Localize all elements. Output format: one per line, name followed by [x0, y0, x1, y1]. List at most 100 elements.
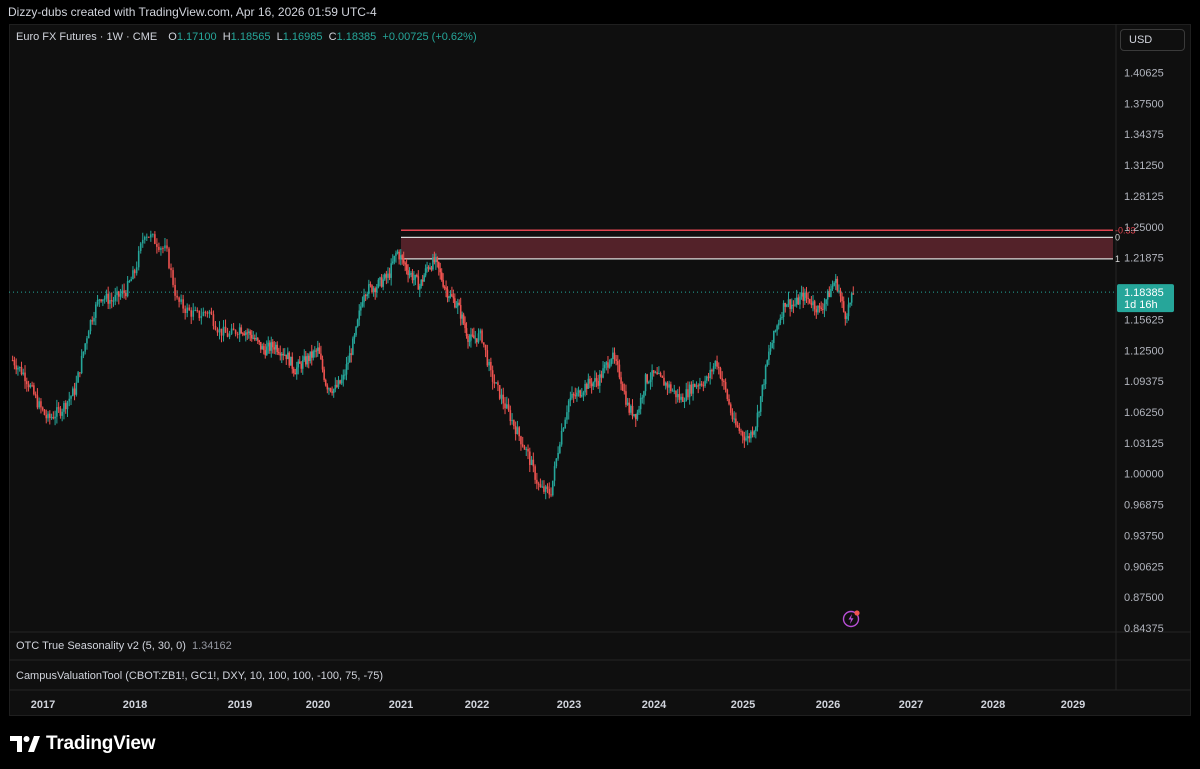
candle-body	[584, 383, 586, 393]
candle-body	[413, 278, 415, 281]
candle-body	[615, 359, 617, 361]
candle-body	[781, 316, 783, 319]
indicator-valuation[interactable]: CampusValuationTool (CBOT:ZB1!, GC1!, DX…	[16, 670, 383, 682]
candle-body	[500, 394, 503, 399]
candle-body	[680, 396, 682, 400]
candle-body	[135, 267, 138, 274]
candle-body	[321, 359, 324, 370]
candle-body	[75, 382, 78, 395]
candle-body	[807, 297, 809, 299]
candle-body	[795, 297, 798, 305]
zone-level-label: 0	[1115, 232, 1120, 242]
candle-body	[465, 328, 468, 336]
candle-body	[20, 367, 23, 375]
candle-body	[130, 279, 132, 282]
candle-body	[825, 299, 827, 304]
y-axis-tick: 1.25000	[1124, 222, 1164, 234]
candle-body	[337, 380, 340, 388]
candle-body	[852, 293, 855, 295]
candle-body	[676, 394, 679, 398]
candle-body	[249, 331, 252, 335]
currency-selector[interactable]: USD	[1120, 29, 1185, 51]
candle-body	[612, 352, 614, 360]
resistance-zone[interactable]	[401, 237, 1113, 259]
candle-body	[646, 374, 648, 383]
candle-body	[103, 298, 106, 300]
candle-body	[658, 372, 660, 375]
candle-body	[56, 407, 58, 417]
candle-body	[137, 250, 140, 268]
candle-body	[198, 310, 201, 319]
candle-body	[705, 376, 708, 381]
candle-body	[393, 255, 396, 262]
candle-body	[794, 304, 796, 306]
candle-body	[700, 383, 703, 386]
candle-body	[170, 268, 172, 271]
candle-body	[271, 342, 274, 348]
candle-body	[756, 412, 759, 428]
candle-body	[759, 396, 762, 412]
candle-body	[45, 414, 48, 419]
candle-body	[569, 397, 572, 401]
candle-body	[250, 334, 253, 339]
candle-body	[507, 404, 510, 411]
candle-body	[247, 331, 250, 333]
candle-body	[11, 360, 14, 362]
candle-body	[376, 287, 378, 293]
candle-body	[417, 276, 420, 290]
candle-body	[398, 251, 400, 260]
candle-body	[238, 327, 241, 335]
candle-body	[396, 251, 399, 254]
candle-body	[486, 350, 489, 366]
x-axis-tick: 2018	[123, 699, 147, 711]
candle-body	[256, 337, 259, 341]
candle-body	[93, 317, 95, 322]
candle-body	[600, 374, 603, 378]
candle-body	[777, 323, 780, 326]
open-label: O	[168, 31, 177, 43]
candle-body	[616, 360, 619, 365]
candle-body	[22, 372, 25, 375]
candle-body	[830, 288, 832, 297]
y-axis-tick: 1.06250	[1124, 407, 1164, 419]
candle-body	[530, 459, 533, 465]
candle-body	[336, 384, 338, 388]
candle-body	[38, 401, 40, 408]
candle-body	[815, 309, 818, 313]
ohlc-legend: Euro FX Futures · 1W · CME O1.17100 H1.1…	[16, 31, 477, 43]
candle-body	[427, 267, 430, 269]
candle-body	[726, 389, 729, 399]
y-axis-tick: 0.84375	[1124, 623, 1164, 635]
candle-body	[470, 334, 472, 341]
candle-body	[695, 385, 698, 387]
candle-body	[468, 340, 471, 342]
lightning-icon[interactable]	[842, 610, 860, 628]
indicator-seasonality[interactable]: OTC True Seasonality v2 (5, 30, 0) 1.3416…	[16, 640, 232, 652]
y-axis-tick: 1.28125	[1124, 191, 1164, 203]
x-axis-tick: 2020	[306, 699, 330, 711]
price-chart[interactable]: -0.33011.406251.375001.343751.312501.281…	[0, 0, 1200, 769]
candle-body	[784, 302, 787, 307]
y-axis-tick: 1.15625	[1124, 314, 1164, 326]
candle-body	[511, 420, 513, 422]
candle-body	[156, 243, 158, 247]
candle-body	[654, 372, 657, 374]
candle-body	[790, 304, 793, 309]
candle-body	[664, 382, 667, 386]
candle-body	[360, 306, 362, 311]
candle-body	[391, 261, 394, 264]
candle-body	[712, 366, 715, 372]
zone-level-label: 1	[1115, 254, 1120, 264]
high-label: H	[222, 31, 231, 43]
candle-body	[763, 384, 765, 386]
candle-body	[253, 337, 256, 340]
tradingview-logo[interactable]: TradingView	[10, 733, 156, 755]
candle-body	[86, 338, 88, 344]
symbol-label[interactable]: Euro FX Futures · 1W · CME	[16, 31, 157, 43]
tradingview-logo-icon	[10, 736, 40, 752]
candle-body	[595, 378, 598, 381]
candle-body	[479, 330, 482, 334]
candle-body	[291, 356, 294, 369]
candle-body	[738, 427, 741, 431]
y-axis-tick: 1.31250	[1124, 160, 1164, 172]
